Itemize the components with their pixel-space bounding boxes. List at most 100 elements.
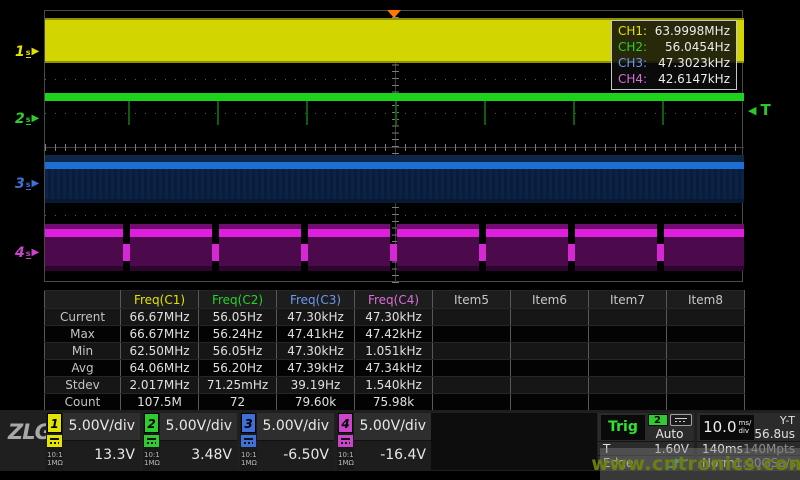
table-cell: 56.05Hz [199,343,277,360]
table-cell: 1.051kHz [355,343,433,360]
vertical-offset[interactable]: -6.50V [257,441,334,470]
dc-coupling-icon[interactable] [47,435,62,447]
channel-number-badge[interactable]: 2 [144,413,159,433]
vertical-offset[interactable]: 13.3V [63,441,140,470]
ch3-trace [45,162,744,169]
dc-coupling-icon[interactable] [241,435,256,447]
trigger-delay[interactable]: 56.8us [754,427,795,441]
trigger-mode[interactable]: Auto [656,427,684,441]
probe-attenuation: 10:11MΩ [338,451,353,467]
table-cell: 71.25mHz [199,377,277,394]
table-column-header[interactable]: Item6 [511,291,589,309]
channel-2-panel[interactable]: 210:11MΩ5.00V/div3.48V [143,413,237,470]
channel-3-position-marker[interactable]: 3s▶ [15,177,39,191]
coupling-glyph: s [26,250,31,259]
ch3-trace-band [45,169,744,199]
vertical-offset[interactable]: 3.48V [160,441,237,470]
table-cell [433,377,511,394]
table-cell [433,360,511,377]
table-column-header[interactable]: Freq(C1) [121,291,199,309]
measurement-table: Freq(C1)Freq(C2)Freq(C3)Freq(C4)Item5Ite… [44,290,745,411]
table-cell: 47.39kHz [277,360,355,377]
table-row-label: Min [45,343,121,360]
probe-attenuation: 10:11MΩ [241,451,256,467]
channel-panel-right: 5.00V/div3.48V [160,413,237,470]
right-arrow-icon: ▶ [32,248,40,258]
channel-2-position-marker[interactable]: 2s▶ [15,112,39,126]
watermark-text: www.cntronics.com [591,453,800,475]
trigger-coupling-dc-icon[interactable] [670,414,692,426]
table-column-header[interactable]: Freq(C4) [355,291,433,309]
display-mode[interactable]: Y-T [780,414,795,427]
table-cell: 75.98k [355,394,433,411]
overlay-row: CH3:47.3023kHz [612,55,736,71]
table-row-label: Current [45,309,121,326]
timebase-scale-box[interactable]: 10.0 ms/div [700,415,754,440]
trigger-level-label: T [760,101,770,119]
trigger-position-marker-icon[interactable] [387,10,401,18]
dc-coupling-icon[interactable] [144,435,159,447]
ch3-trace-noise [45,155,744,162]
vertical-offset[interactable]: -16.4V [354,441,431,470]
trigger-source-badge[interactable]: 2 [648,414,668,426]
table-row: Max66.67MHz56.24Hz47.41kHz47.42kHz [45,326,745,343]
probe-attenuation: 10:11MΩ [47,451,62,467]
oscilloscope-screen: ◀ T CH1:63.9998MHzCH2:56.0454HzCH3:47.30… [0,0,800,480]
vertical-scale[interactable]: 5.00V/div [160,413,237,441]
channel-number-badge[interactable]: 4 [338,413,353,433]
channel-number-badge[interactable]: 1 [47,413,62,433]
channel-panel-right: 5.00V/div-16.4V [354,413,431,470]
table-cell [433,326,511,343]
table-row: Avg64.06MHz56.20Hz47.39kHz47.34kHz [45,360,745,377]
coupling-glyph: s [26,116,31,125]
table-cell: 47.34kHz [355,360,433,377]
coupling-glyph: s [26,49,31,58]
channel-panel-left: 1 10:11MΩ [46,413,63,470]
table-cell: 66.67MHz [121,326,199,343]
table-cell [511,360,589,377]
channel-number-badge[interactable]: 3 [241,413,256,433]
table-column-header[interactable]: Freq(C3) [277,291,355,309]
ch3-trace-noise [45,199,744,203]
channel-number: 4 [15,246,25,260]
right-arrow-icon: ▶ [32,47,40,57]
channel-4-panel[interactable]: 4 10:11MΩ5.00V/div-16.4V [337,413,431,470]
trigger-level-marker[interactable]: ◀ T [748,101,771,119]
table-cell [511,394,589,411]
table-cell [667,377,745,394]
vertical-scale[interactable]: 5.00V/div [63,413,140,441]
timebase-unit: ms/div [739,419,752,435]
dc-coupling-icon[interactable] [338,435,353,447]
table-row-label: Max [45,326,121,343]
channel-panel-right: 5.00V/div-6.50V [257,413,334,470]
table-cell [667,309,745,326]
table-cell [589,326,667,343]
table-column-header[interactable]: Freq(C2) [199,291,277,309]
table-cell: 72 [199,394,277,411]
channel-3-panel[interactable]: 3 10:11MΩ5.00V/div-6.50V [240,413,334,470]
channel-4-position-marker[interactable]: 4s▶ [15,246,39,260]
vertical-scale[interactable]: 5.00V/div [257,413,334,441]
table-cell [589,309,667,326]
table-column-header[interactable]: Item5 [433,291,511,309]
overlay-channel-label: CH3: [618,55,647,71]
table-cell: 62.50MHz [121,343,199,360]
overlay-channel-label: CH4: [618,71,647,87]
table-corner-cell [45,291,121,309]
table-cell: 1.540kHz [355,377,433,394]
table-row-label: Avg [45,360,121,377]
vertical-scale[interactable]: 5.00V/div [354,413,431,441]
table-row: Stdev2.017MHz71.25mHz39.19Hz1.540kHz [45,377,745,394]
overlay-row: CH4:42.6147kHz [612,71,736,87]
table-cell [589,377,667,394]
channel-1-position-marker[interactable]: 1s▶ [15,45,39,59]
table-column-header[interactable]: Item7 [589,291,667,309]
table-cell [433,343,511,360]
trig-label: Trig [601,415,645,440]
channel-panel-left: 210:11MΩ [143,413,160,470]
channel-1-panel[interactable]: 1 10:11MΩ5.00V/div13.3V [46,413,140,470]
table-column-header[interactable]: Item8 [667,291,745,309]
ch4-trace [45,229,744,237]
overlay-channel-label: CH1: [618,23,647,39]
table-cell [511,309,589,326]
